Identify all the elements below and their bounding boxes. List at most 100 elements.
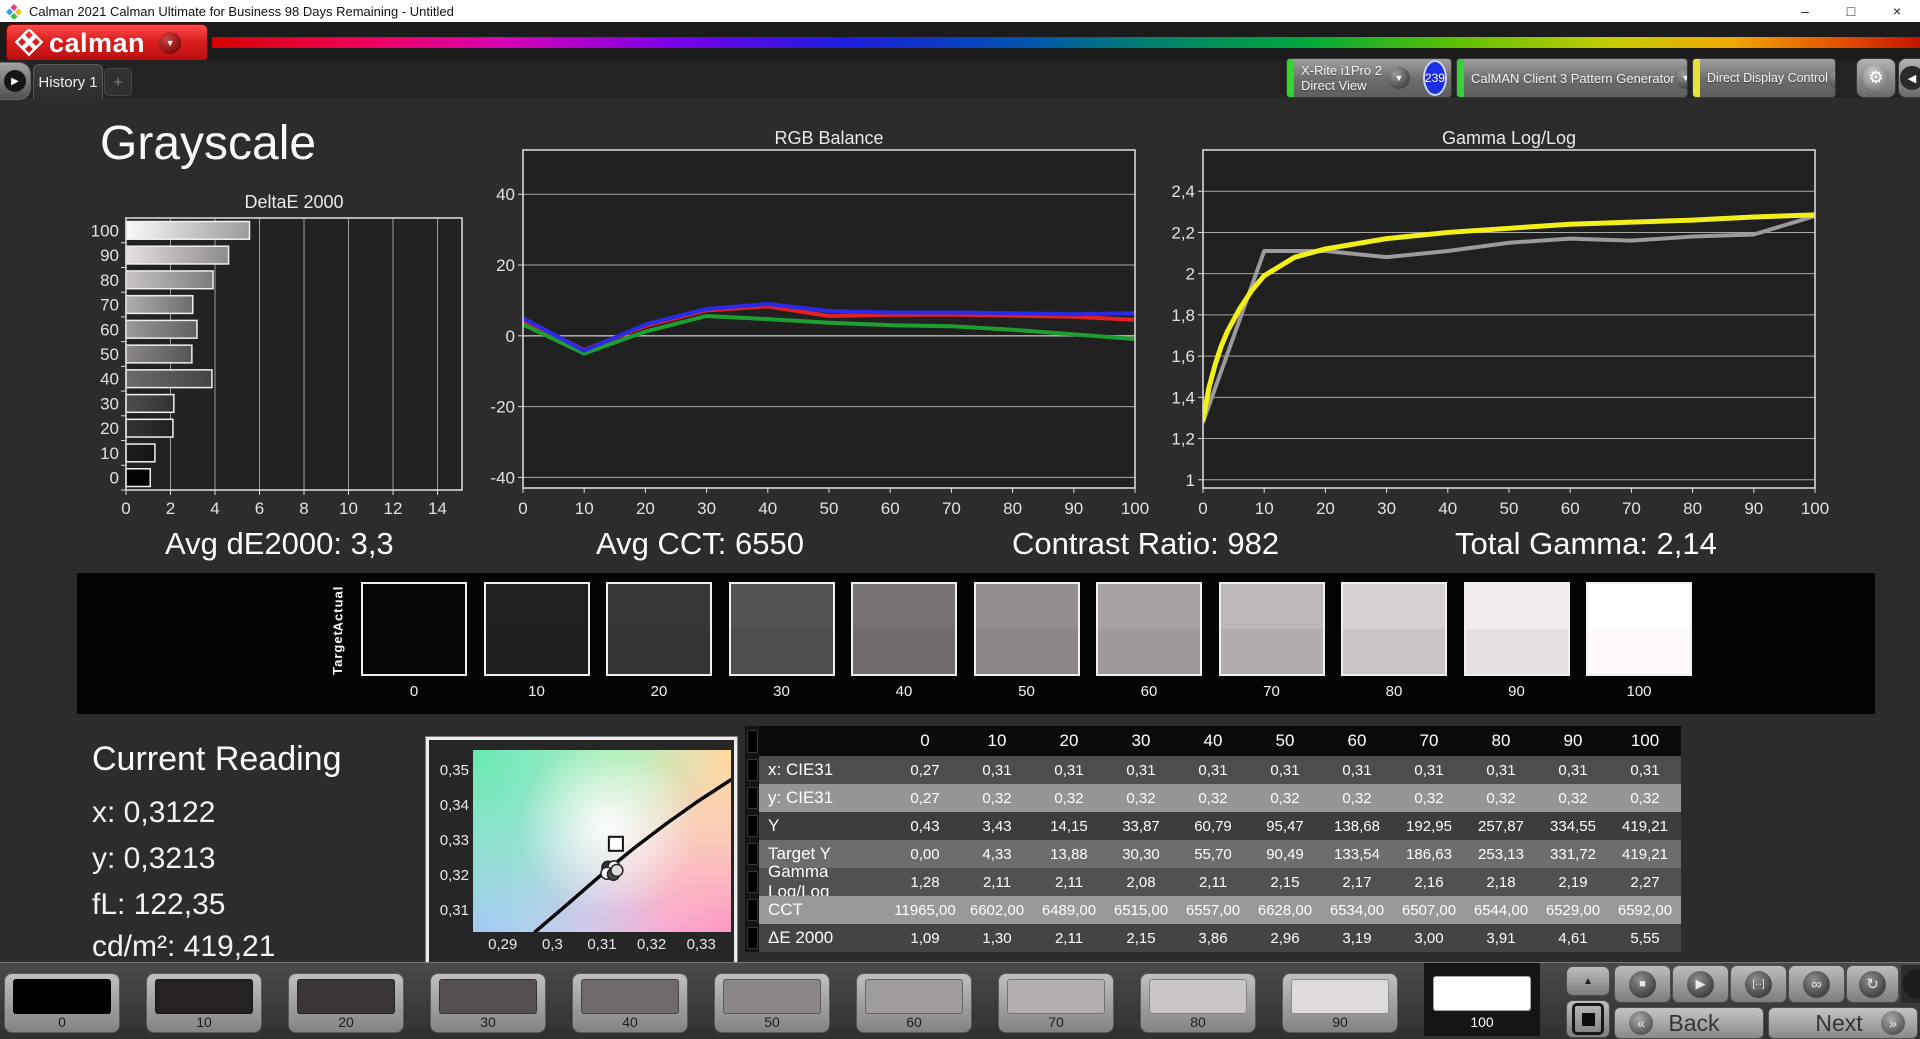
- pattern-swatch: [865, 979, 963, 1014]
- row-handle: [745, 784, 759, 812]
- svg-text:8: 8: [299, 499, 308, 518]
- swatch-level-label: 50: [1018, 683, 1035, 700]
- cie-x-tick: 0,3: [541, 936, 563, 953]
- cie-x-tick: 0,31: [587, 936, 617, 953]
- meter-dropdown[interactable]: X-Rite i1Pro 2 Direct View ▼ 239: [1286, 58, 1452, 98]
- svg-text:30: 30: [1377, 499, 1396, 518]
- cie-x-tick: 0,29: [488, 936, 518, 953]
- pattern-level-button-10[interactable]: 10: [146, 973, 262, 1033]
- refresh-button[interactable]: ↻: [1846, 965, 1899, 1003]
- play-icon: ▶: [4, 70, 26, 92]
- swatch-actual-half: [975, 584, 1078, 629]
- table-cell: 253,13: [1478, 845, 1524, 863]
- table-cell: 0,27: [910, 789, 940, 807]
- svg-text:0: 0: [518, 499, 527, 518]
- tab-history-label: History 1: [38, 73, 98, 91]
- row-handle: [745, 840, 759, 868]
- table-cell: 33,87: [1122, 817, 1160, 835]
- table-cell: 0,43: [910, 817, 940, 835]
- table-cell: 2,16: [1414, 873, 1444, 891]
- collapse-panel-button[interactable]: ◀: [1898, 58, 1920, 98]
- calman-menu-button[interactable]: calman ▼: [6, 24, 208, 62]
- pattern-window-button[interactable]: [1566, 1000, 1610, 1038]
- table-cell: 2,18: [1486, 873, 1516, 891]
- interval-icon: [··]: [1745, 970, 1772, 998]
- play-button[interactable]: ▶: [1672, 965, 1729, 1003]
- pattern-window-icon: [1572, 1003, 1604, 1035]
- table-row: y: CIE31 0,27 0,32 0,32 0,32 0,32 0,32 0,32 0,32…: [745, 784, 1681, 812]
- table-column-header: 50: [1275, 731, 1295, 750]
- display-control-dropdown[interactable]: Direct Display Control ▼: [1692, 58, 1836, 98]
- svg-text:40: 40: [496, 185, 515, 204]
- table-cell: 419,21: [1622, 845, 1668, 863]
- pattern-level-button-100[interactable]: 100: [1424, 963, 1540, 1036]
- svg-text:1,2: 1,2: [1171, 430, 1195, 449]
- grayscale-swatch-70: [1218, 582, 1325, 676]
- svg-text:10: 10: [1255, 499, 1274, 518]
- svg-text:60: 60: [1561, 499, 1580, 518]
- table-cell: 2,11: [1054, 929, 1084, 947]
- swatch-level-label: 40: [895, 683, 913, 700]
- target-label: Target: [329, 630, 345, 675]
- pattern-swatch: [1433, 976, 1531, 1011]
- pattern-level-label: 90: [1332, 1014, 1348, 1030]
- cie-chart: 0,35 0,34 0,33 0,32 0,31 0,29 0,3 0,31 0,32 0,33: [426, 737, 737, 965]
- cie-y-tick: 0,31: [439, 902, 469, 919]
- table-cell: 6557,00: [1185, 901, 1241, 919]
- swatch-actual-half: [363, 584, 465, 629]
- minimize-button[interactable]: –: [1782, 0, 1828, 22]
- grayscale-swatch-strip: Actual Target 0 10 20 30 40 50 60 70 80 90 100: [77, 573, 1875, 714]
- svg-text:10: 10: [100, 444, 119, 463]
- table-column-header: 20: [1059, 731, 1079, 750]
- back-button[interactable]: « Back: [1614, 1007, 1764, 1039]
- swatch-actual-half: [1098, 584, 1200, 629]
- pattern-level-button-50[interactable]: 50: [714, 973, 830, 1033]
- table-cell: 0,31: [1486, 761, 1516, 779]
- pattern-level-button-90[interactable]: 90: [1282, 973, 1398, 1033]
- table-cell: 5,55: [1630, 929, 1660, 947]
- pattern-level-button-40[interactable]: 40: [572, 973, 688, 1033]
- pattern-level-button-70[interactable]: 70: [998, 973, 1114, 1033]
- close-button[interactable]: ×: [1874, 0, 1920, 22]
- pattern-level-button-80[interactable]: 80: [1140, 973, 1256, 1033]
- swatch-level-label: 100: [1626, 683, 1652, 700]
- stop-button[interactable]: ■: [1614, 965, 1671, 1003]
- panel-up-button[interactable]: ▲: [1566, 966, 1610, 996]
- pattern-level-button-20[interactable]: 20: [288, 973, 404, 1033]
- table-cell: 138,68: [1334, 817, 1380, 835]
- table-cell: 0,32: [1126, 789, 1156, 807]
- pattern-level-button-0[interactable]: 0: [4, 973, 120, 1033]
- current-reading-title: Current Reading: [92, 740, 342, 778]
- row-handle: [745, 756, 759, 784]
- workflow-expander-button[interactable]: ▶: [0, 62, 31, 100]
- pattern-level-button-30[interactable]: 30: [430, 973, 546, 1033]
- table-cell: 0,32: [1054, 789, 1084, 807]
- table-cell: 419,21: [1622, 817, 1668, 835]
- svg-text:10: 10: [575, 499, 594, 518]
- svg-text:1,8: 1,8: [1171, 306, 1195, 325]
- svg-text:100: 100: [1801, 499, 1829, 518]
- svg-text:90: 90: [1064, 499, 1083, 518]
- pattern-swatch: [723, 979, 821, 1014]
- next-button[interactable]: Next »: [1768, 1007, 1918, 1039]
- settings-button[interactable]: ⚙: [1856, 58, 1896, 98]
- pattern-generator-dropdown[interactable]: CalMAN Client 3 Pattern Generator ▼: [1456, 58, 1688, 98]
- interval-button[interactable]: [··]: [1730, 965, 1787, 1003]
- table-cell: 0,32: [1414, 789, 1444, 807]
- loop-button[interactable]: ∞: [1788, 965, 1845, 1003]
- pattern-level-button-60[interactable]: 60: [856, 973, 972, 1033]
- svg-text:60: 60: [100, 320, 119, 339]
- svg-text:70: 70: [1622, 499, 1641, 518]
- tab-history-1[interactable]: History 1: [33, 64, 103, 99]
- maximize-button[interactable]: □: [1828, 0, 1874, 22]
- svg-text:10: 10: [339, 499, 358, 518]
- table-cell: 2,08: [1126, 873, 1156, 891]
- table-header-row: 0 10 20 30 40 50 60 70 80 90 100: [745, 726, 1681, 756]
- svg-text:90: 90: [1744, 499, 1763, 518]
- table-cell: 0,31: [1342, 761, 1372, 779]
- actual-label: Actual: [330, 585, 346, 632]
- add-tab-button[interactable]: +: [104, 68, 132, 96]
- table-cell: 6529,00: [1545, 901, 1601, 919]
- table-cell: 55,70: [1194, 845, 1232, 863]
- calman-app: Calman 2021 Calman Ultimate for Business…: [0, 0, 1920, 1039]
